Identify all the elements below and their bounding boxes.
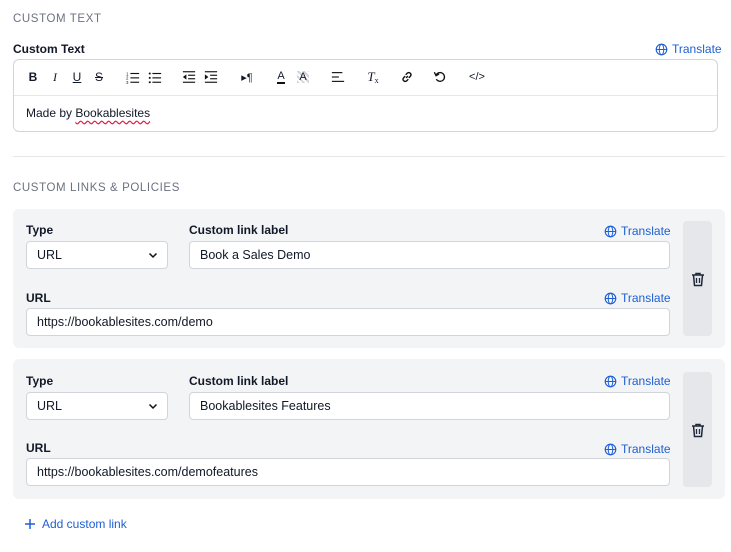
highlight-color-icon: A — [297, 71, 309, 83]
add-custom-link-button[interactable]: Add custom link — [24, 517, 127, 531]
translate-label: Translate — [621, 374, 671, 388]
custom-link-label-input[interactable]: Book a Sales Demo — [189, 241, 670, 269]
url-label: URL — [26, 291, 51, 305]
bullet-list-button[interactable] — [148, 69, 162, 85]
section-divider — [13, 156, 725, 157]
url-input[interactable]: https://bookablesites.com/demofeatures — [26, 458, 670, 486]
type-select-value: URL — [37, 399, 63, 413]
custom-link-label-input[interactable]: Bookablesites Features — [189, 392, 670, 420]
underline-button[interactable]: U — [70, 69, 84, 85]
bullet-list-icon — [148, 72, 162, 84]
bold-button[interactable]: B — [26, 69, 40, 85]
globe-icon — [604, 292, 617, 304]
globe-icon — [604, 375, 617, 387]
url-input[interactable]: https://bookablesites.com/demo — [26, 308, 670, 336]
chevron-down-icon — [148, 252, 158, 259]
custom-text-translate-link[interactable]: Translate — [655, 42, 722, 56]
ordered-list-button[interactable]: 123 — [126, 69, 140, 85]
bold-icon: B — [28, 70, 38, 84]
add-custom-link-label: Add custom link — [42, 517, 127, 531]
custom-text-section-title: CUSTOM TEXT — [13, 13, 102, 25]
align-button[interactable] — [331, 69, 345, 85]
code-view-icon: </> — [469, 71, 485, 83]
strikethrough-button[interactable]: S — [92, 69, 106, 85]
highlight-color-button[interactable]: A — [296, 69, 310, 85]
strikethrough-icon: S — [94, 70, 103, 84]
link-button[interactable] — [400, 69, 414, 85]
clear-format-button[interactable]: Tx — [365, 69, 381, 85]
editor-toolbar: B I U S 123 ▸¶ A A Tx </> — [14, 60, 717, 96]
globe-icon — [604, 443, 617, 455]
url-translate-link[interactable]: Translate — [604, 291, 671, 305]
type-select-value: URL — [37, 248, 63, 262]
translate-label: Translate — [621, 442, 671, 456]
align-left-icon — [331, 72, 345, 82]
undo-icon — [433, 71, 446, 82]
editor-text-prefix: Made by — [26, 106, 76, 120]
svg-text:3: 3 — [126, 80, 129, 84]
link-label-translate-link[interactable]: Translate — [604, 374, 671, 388]
trash-icon — [691, 423, 704, 437]
plus-icon — [25, 519, 35, 529]
link-icon — [402, 71, 412, 83]
paragraph-direction-icon: ▸¶ — [241, 71, 253, 84]
custom-link-label-label: Custom link label — [189, 223, 289, 237]
font-color-button[interactable]: A — [274, 69, 288, 85]
font-color-icon: A — [277, 70, 285, 84]
custom-link-card: Type Custom link label Translate URL Boo… — [13, 209, 725, 348]
editor-content[interactable]: Made by Bookablesites — [26, 106, 150, 120]
translate-label: Translate — [672, 42, 722, 56]
link-label-translate-link[interactable]: Translate — [604, 224, 671, 238]
outdent-icon — [182, 71, 196, 83]
custom-link-label-label: Custom link label — [189, 374, 289, 388]
outdent-button[interactable] — [182, 69, 196, 85]
italic-icon: I — [53, 69, 57, 84]
underline-icon: U — [72, 70, 82, 84]
clear-format-icon: T — [367, 69, 375, 84]
globe-icon — [655, 43, 668, 55]
custom-text-label: Custom Text — [13, 42, 85, 56]
delete-link-button[interactable] — [683, 221, 712, 336]
type-label: Type — [26, 374, 54, 388]
code-view-button[interactable]: </> — [466, 69, 488, 85]
type-label: Type — [26, 223, 54, 237]
type-select[interactable]: URL — [26, 392, 168, 420]
undo-button[interactable] — [433, 69, 447, 85]
url-translate-link[interactable]: Translate — [604, 442, 671, 456]
indent-button[interactable] — [204, 69, 218, 85]
globe-icon — [604, 225, 617, 237]
translate-label: Translate — [621, 291, 671, 305]
custom-link-card: Type Custom link label Translate URL Boo… — [13, 359, 725, 499]
url-label: URL — [26, 441, 51, 455]
italic-button[interactable]: I — [48, 69, 62, 85]
rich-text-editor[interactable]: B I U S 123 ▸¶ A A Tx </> Made by Bookab — [13, 59, 718, 132]
type-select[interactable]: URL — [26, 241, 168, 269]
delete-link-button[interactable] — [683, 372, 712, 487]
translate-label: Translate — [621, 224, 671, 238]
paragraph-direction-button[interactable]: ▸¶ — [238, 69, 256, 85]
indent-icon — [204, 71, 218, 83]
custom-links-section-title: CUSTOM LINKS & POLICIES — [13, 182, 180, 194]
editor-text-misspelled-word: Bookablesites — [75, 106, 151, 120]
chevron-down-icon — [148, 403, 158, 410]
ordered-list-icon: 123 — [126, 71, 140, 84]
trash-icon — [691, 272, 704, 286]
